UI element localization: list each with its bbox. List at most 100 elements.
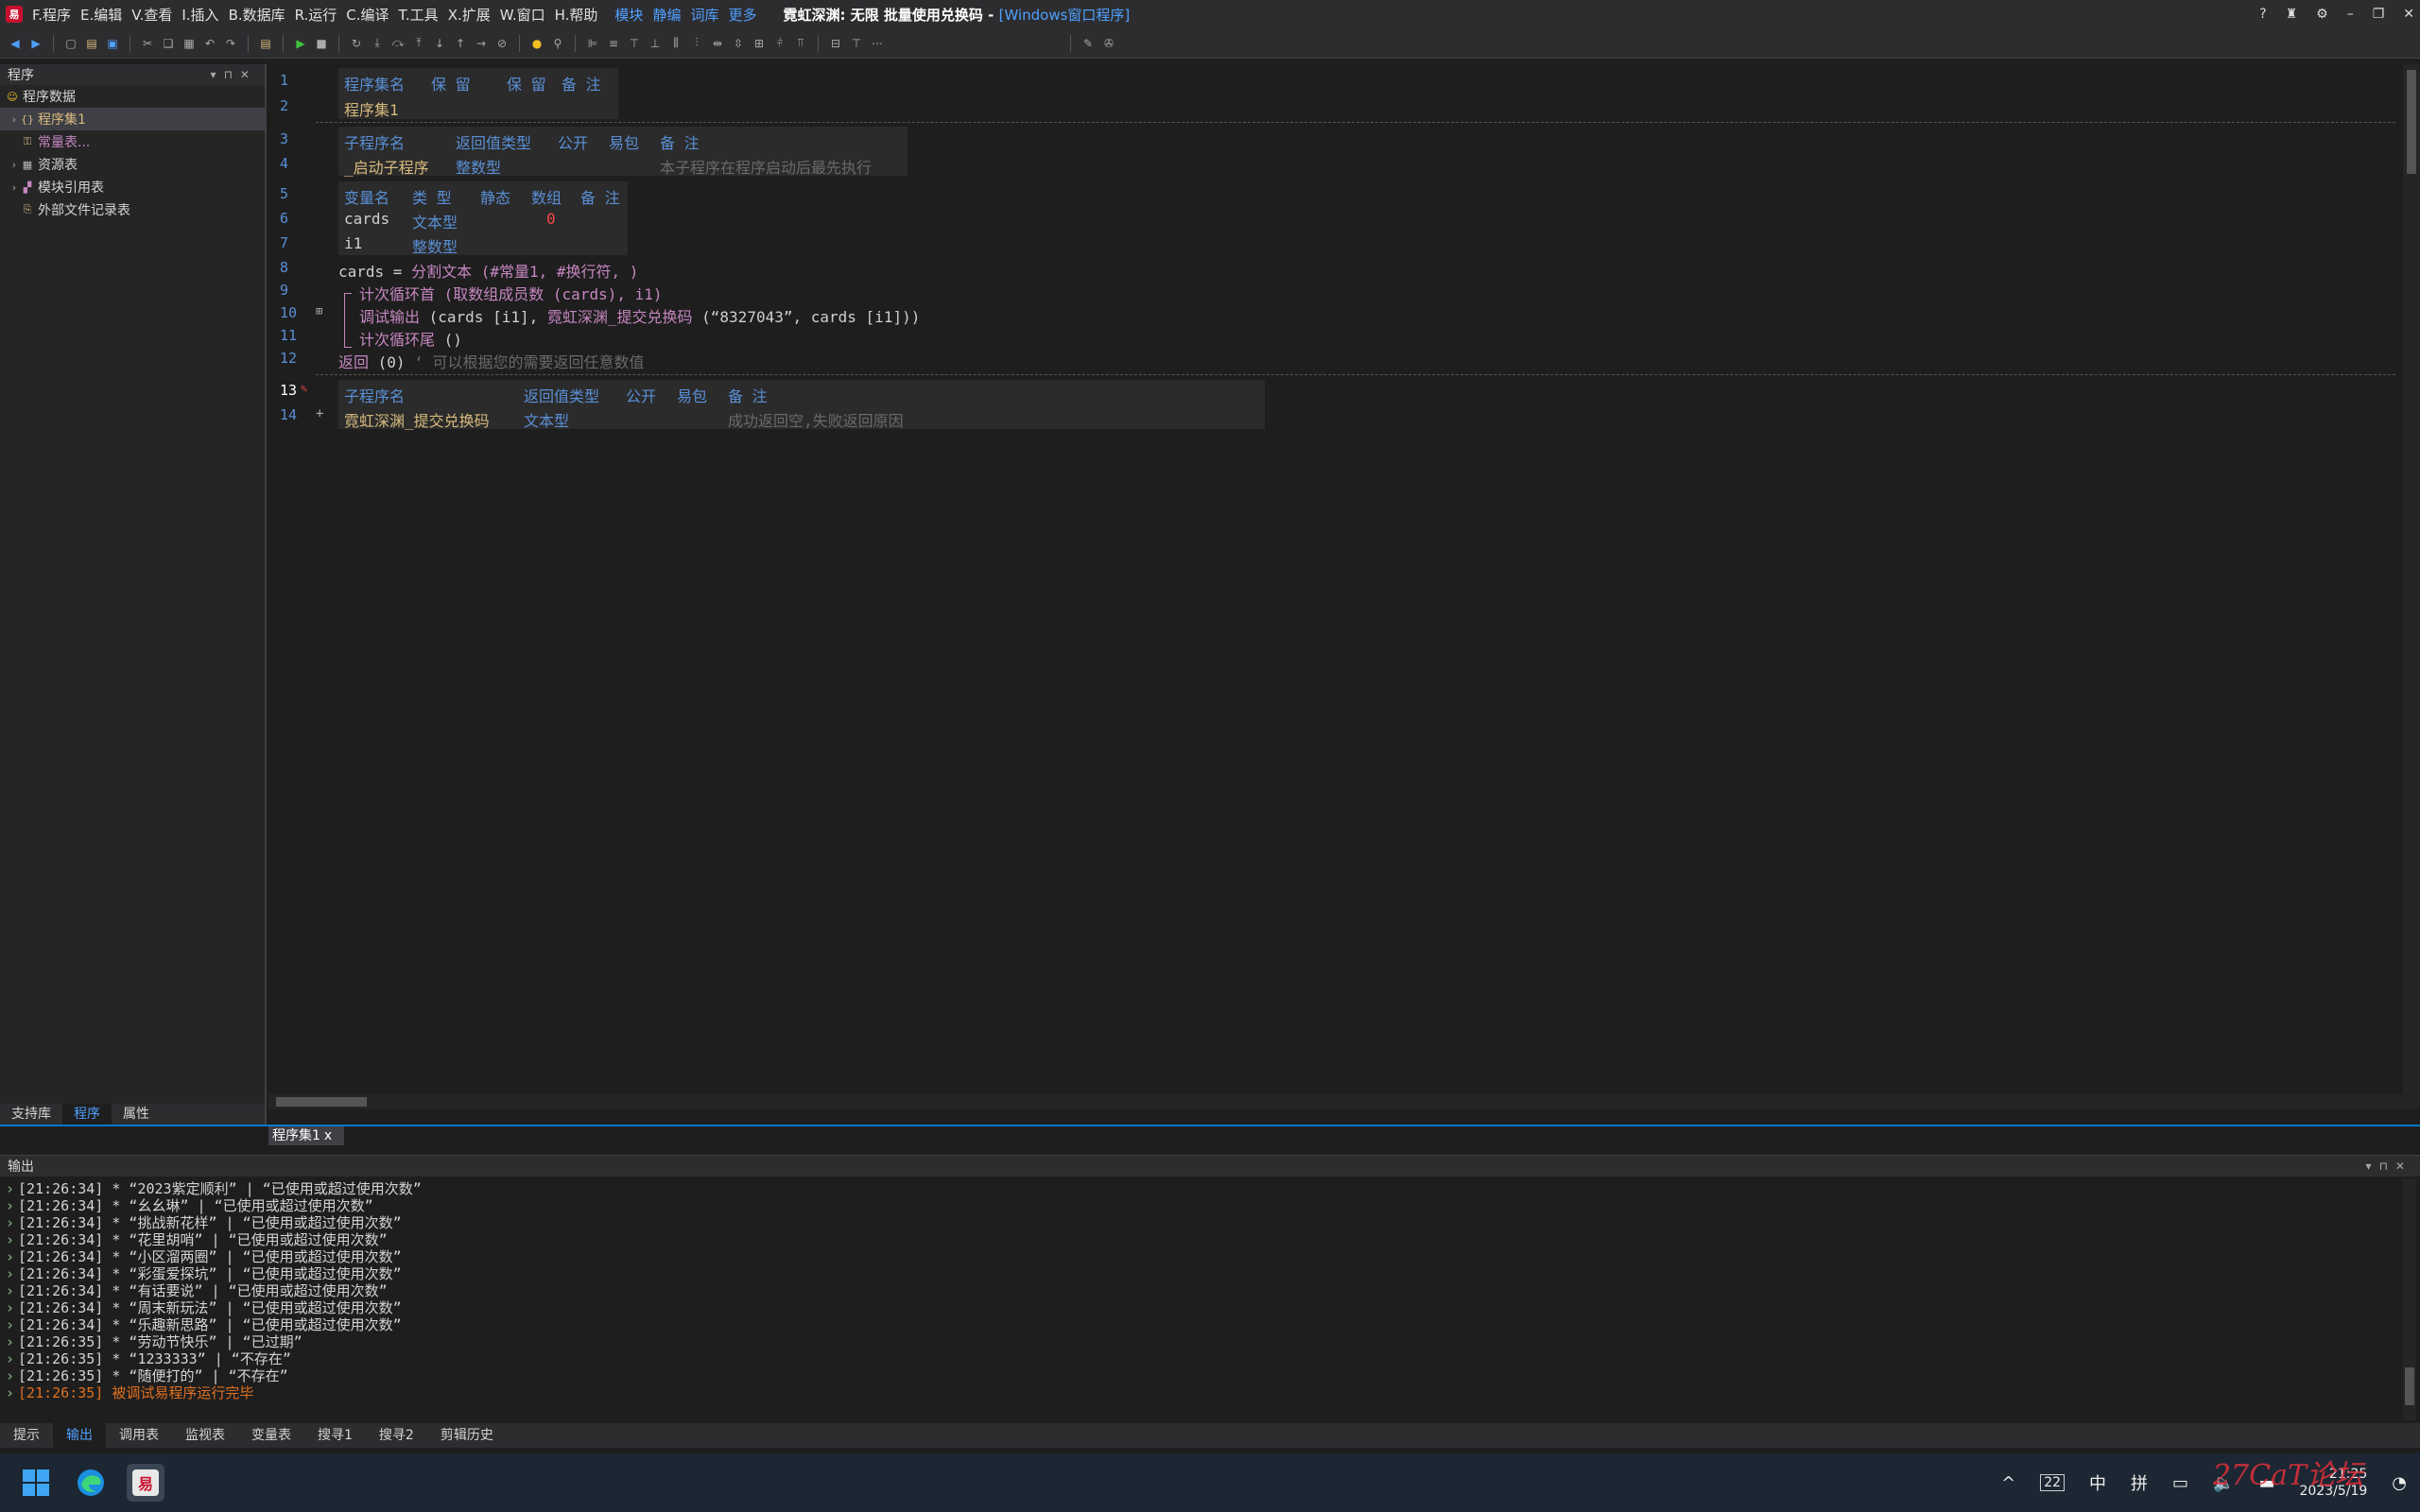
menu-view[interactable]: V.查看 <box>131 5 172 25</box>
run-icon[interactable]: ▶ <box>293 36 308 51</box>
sub-name-startup[interactable]: _启动子程序 <box>344 155 429 178</box>
save-icon[interactable]: ▣ <box>105 36 120 51</box>
cut-icon[interactable]: ✂ <box>140 36 155 51</box>
back-icon[interactable]: ◀ <box>8 36 23 51</box>
restart-icon[interactable]: ↻ <box>349 36 364 51</box>
ime-indicator[interactable]: 22 <box>2040 1474 2066 1491</box>
center-v-icon[interactable]: ⫪ <box>793 36 808 51</box>
tab-search2[interactable]: 搜寻2 <box>366 1423 427 1448</box>
align-top-icon[interactable]: ⊤ <box>627 36 642 51</box>
scroll-thumb[interactable] <box>2405 1367 2414 1405</box>
paste-icon[interactable]: ▦ <box>182 36 197 51</box>
watch-icon[interactable]: ⚲ <box>550 36 565 51</box>
align-center-icon[interactable]: ≡ <box>606 36 621 51</box>
tab-program[interactable]: 程序 <box>62 1104 112 1125</box>
distribute-h-icon[interactable]: ⫼ <box>668 36 683 51</box>
horizontal-scrollbar[interactable] <box>268 1094 2403 1109</box>
scroll-thumb[interactable] <box>2407 70 2416 174</box>
menu-extend[interactable]: X.扩展 <box>448 5 491 25</box>
copy-icon[interactable]: ❏ <box>161 36 176 51</box>
menu-module[interactable]: 模块 <box>614 5 643 25</box>
menu-more[interactable]: 更多 <box>728 5 756 25</box>
tab-close-icon[interactable]: x <box>324 1128 332 1143</box>
step-out-icon[interactable]: ⤒ <box>411 36 426 51</box>
order-icon[interactable]: ⊟ <box>828 36 843 51</box>
pinyin-indicator[interactable]: 拼 <box>2131 1470 2148 1495</box>
help-icon[interactable]: ? <box>2259 7 2266 22</box>
var-type[interactable]: 整数型 <box>412 234 458 257</box>
menu-edit[interactable]: E.编辑 <box>80 5 122 25</box>
code-line-10[interactable]: 调试输出 (cards [i1], 霓虹深渊_提交兑换码 (“8327043”,… <box>359 304 920 327</box>
output-scrollbar[interactable] <box>2403 1178 2416 1420</box>
step-up-icon[interactable]: ↑ <box>453 36 468 51</box>
tray-overflow-icon[interactable]: ^ <box>2001 1473 2015 1493</box>
redo-icon[interactable]: ↷ <box>223 36 238 51</box>
output-log[interactable]: › [21:26:34] * “2023紫定顺利” | “已使用或超过使用次数” … <box>0 1177 2420 1401</box>
undo-icon[interactable]: ↶ <box>202 36 217 51</box>
panel-controls[interactable]: ▾⊓✕ <box>2366 1160 2412 1173</box>
edge-browser-icon[interactable] <box>72 1464 110 1502</box>
tab-call-stack[interactable]: 调用表 <box>106 1423 172 1448</box>
step-down-icon[interactable]: ↓ <box>432 36 447 51</box>
tree-item-constants[interactable]: ⚿ 常量表... <box>0 130 265 153</box>
menu-static-compile[interactable]: 静编 <box>652 5 681 25</box>
lightbulb-icon[interactable]: ● <box>529 36 544 51</box>
var-name-cards[interactable]: cards <box>344 210 389 228</box>
collapse-icon[interactable]: ⊞ <box>316 304 322 318</box>
tab-properties[interactable]: 属性 <box>112 1104 161 1125</box>
expand-icon[interactable]: › <box>8 181 21 194</box>
panel-controls[interactable]: ▾⊓✕ <box>211 68 257 81</box>
var-type[interactable]: 文本型 <box>412 210 458 232</box>
align-bottom-icon[interactable]: ⊥ <box>648 36 663 51</box>
tab-variables[interactable]: 变量表 <box>238 1423 304 1448</box>
continue-icon[interactable]: → <box>474 36 489 51</box>
stop-icon[interactable]: ■ <box>314 36 329 51</box>
expand-icon[interactable]: › <box>8 159 21 171</box>
sub-remark[interactable]: 本子程序在程序启动后最先执行 <box>660 155 872 178</box>
menu-compile[interactable]: C.编译 <box>346 5 389 25</box>
close-button[interactable]: ✕ <box>2403 7 2414 22</box>
expand-plus-icon[interactable]: + <box>316 406 323 421</box>
magic-wand-icon[interactable]: ✎ <box>1080 36 1096 51</box>
same-size-icon[interactable]: ⊞ <box>752 36 767 51</box>
tree-item-module1[interactable]: › {} 程序集1 <box>0 108 265 130</box>
tab-module1[interactable]: 程序集1 x <box>268 1126 344 1145</box>
tab-hints[interactable]: 提示 <box>0 1423 53 1448</box>
tree-item-module-refs[interactable]: › ▞ 模块引用表 <box>0 176 265 198</box>
code-line-9[interactable]: 计次循环首 (取数组成员数 (cards), i1) <box>359 282 663 304</box>
return-type[interactable]: 整数型 <box>456 155 501 178</box>
forward-icon[interactable]: ▶ <box>28 36 43 51</box>
same-width-icon[interactable]: ⇹ <box>710 36 725 51</box>
align-left-icon[interactable]: ⊫ <box>585 36 600 51</box>
code-line-8[interactable]: cards = 分割文本 (#常量1, #换行符, ) <box>338 259 638 282</box>
vertical-scrollbar[interactable] <box>2403 64 2420 1109</box>
shirt-icon[interactable]: ♜ <box>2286 7 2298 22</box>
menu-tools[interactable]: T.工具 <box>399 5 439 25</box>
new-file-icon[interactable]: ▢ <box>63 36 78 51</box>
menu-lexicon[interactable]: 词库 <box>690 5 718 25</box>
distribute-v-icon[interactable]: ⫶ <box>689 36 704 51</box>
code-line-12[interactable]: 返回 (0) ‘ 可以根据您的需要返回任意数值 <box>338 350 644 372</box>
tab-support-library[interactable]: 支持库 <box>0 1104 62 1125</box>
notification-icon[interactable]: ◔ <box>2392 1473 2407 1493</box>
assembly-name[interactable]: 程序集1 <box>344 97 399 120</box>
menu-database[interactable]: B.数据库 <box>229 5 285 25</box>
tools-icon[interactable]: ✇ <box>1101 36 1116 51</box>
network-icon[interactable]: ▭ <box>2172 1473 2188 1493</box>
sub-remark[interactable]: 成功返回空,失败返回原因 <box>728 408 904 431</box>
tab-watch[interactable]: 监视表 <box>172 1423 238 1448</box>
menu-window[interactable]: W.窗口 <box>500 5 545 25</box>
menu-insert[interactable]: I.插入 <box>182 5 218 25</box>
menu-program[interactable]: F.程序 <box>32 5 71 25</box>
minimize-button[interactable]: – <box>2347 7 2354 22</box>
menu-help[interactable]: H.帮助 <box>555 5 598 25</box>
expand-icon[interactable]: › <box>8 113 21 126</box>
code-editor[interactable]: 1 2 3 4 5 6 7 8 9 10 11 12 13 14 ✎ ⊞ + 程… <box>268 64 2420 1109</box>
tree-item-resources[interactable]: › ▦ 资源表 <box>0 153 265 176</box>
sub-name-submit-code[interactable]: 霓虹深渊_提交兑换码 <box>344 408 490 431</box>
var-array-size[interactable]: 0 <box>546 210 556 228</box>
tab-output[interactable]: 输出 <box>53 1423 106 1448</box>
breakpoint-icon[interactable]: ⊘ <box>494 36 510 51</box>
same-height-icon[interactable]: ⇳ <box>731 36 746 51</box>
code-line-11[interactable]: 计次循环尾 () <box>359 327 462 350</box>
